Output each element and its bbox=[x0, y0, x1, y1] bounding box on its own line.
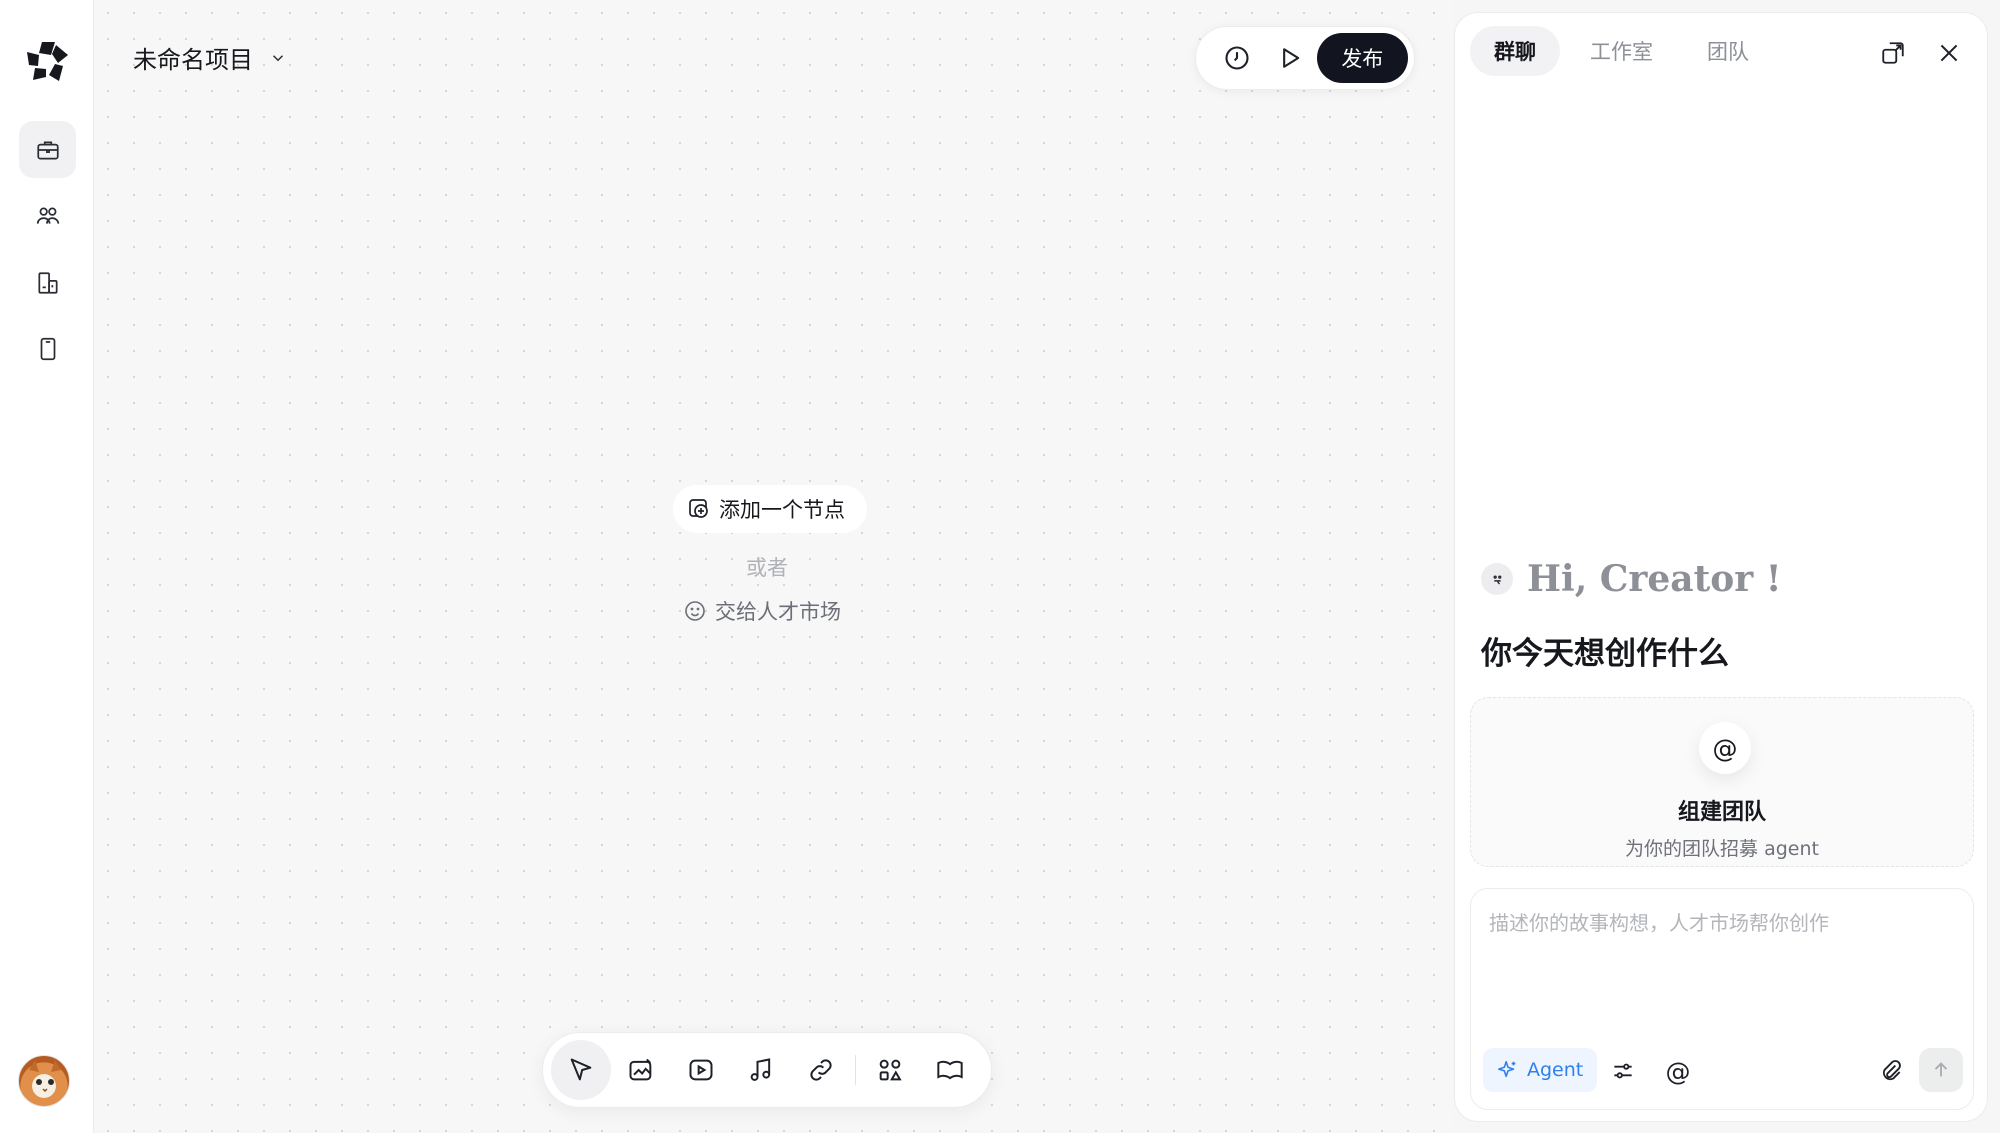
tool-library[interactable] bbox=[920, 1040, 980, 1100]
build-team-card[interactable]: @ 组建团队 为你的团队招募 agent bbox=[1470, 697, 1974, 867]
arrow-up-icon bbox=[1934, 1062, 1948, 1077]
image-icon bbox=[629, 1058, 652, 1081]
prompt-question: 你今天想创作什么 bbox=[1481, 636, 1729, 672]
close-panel-button[interactable] bbox=[1931, 35, 1967, 71]
build-team-title: 组建团队 bbox=[1677, 800, 1766, 825]
app-logo-icon[interactable] bbox=[25, 39, 71, 85]
add-node-button[interactable]: 添加一个节点 bbox=[673, 485, 867, 533]
project-title: 未命名项目 bbox=[133, 46, 253, 74]
sparkle-icon bbox=[1498, 1060, 1516, 1078]
agent-mode-label: Agent bbox=[1527, 1059, 1584, 1081]
greeting: Hi, Creator ! bbox=[1481, 558, 1782, 600]
tool-video[interactable] bbox=[671, 1040, 731, 1100]
talent-market-button[interactable]: 交给人才市场 bbox=[683, 596, 841, 626]
video-icon bbox=[689, 1059, 713, 1081]
clock-icon bbox=[1225, 46, 1249, 70]
tool-link[interactable] bbox=[791, 1040, 851, 1100]
book-icon bbox=[937, 1060, 963, 1080]
phone-icon bbox=[40, 337, 55, 360]
tool-image[interactable] bbox=[611, 1040, 671, 1100]
app-root: 未命名项目 发布 添加一个节点 或者 交给人才市场 群聊 工作室 团队 Hi, … bbox=[0, 0, 2000, 1133]
users-icon bbox=[36, 207, 59, 224]
project-title-dropdown[interactable]: 未命名项目 bbox=[133, 40, 287, 75]
settings-button[interactable] bbox=[1603, 1051, 1643, 1091]
greeting-emoji-icon bbox=[1481, 563, 1513, 595]
play-icon bbox=[1283, 48, 1300, 68]
rail-item-projects[interactable] bbox=[19, 121, 76, 178]
cursor-icon bbox=[570, 1058, 592, 1081]
chat-composer: Agent @ bbox=[1470, 888, 1974, 1110]
workflow-canvas[interactable]: 未命名项目 发布 添加一个节点 或者 交给人才市场 bbox=[95, 0, 1453, 1133]
or-divider-text: 或者 bbox=[746, 556, 788, 580]
tool-shapes[interactable] bbox=[860, 1040, 920, 1100]
chat-input[interactable] bbox=[1489, 907, 1959, 1007]
talent-market-label: 交给人才市场 bbox=[715, 600, 841, 624]
briefcase-icon bbox=[36, 141, 59, 160]
tool-audio[interactable] bbox=[731, 1040, 791, 1100]
add-node-label: 添加一个节点 bbox=[719, 498, 845, 522]
chevron-down-icon bbox=[272, 54, 284, 61]
tab-group-chat[interactable]: 群聊 bbox=[1470, 26, 1560, 76]
close-icon bbox=[1940, 44, 1958, 62]
agent-mode-button[interactable]: Agent bbox=[1483, 1048, 1598, 1092]
history-button[interactable] bbox=[1210, 32, 1263, 84]
run-button[interactable] bbox=[1263, 32, 1316, 84]
attach-button[interactable] bbox=[1871, 1051, 1911, 1091]
shapes-icon bbox=[879, 1059, 902, 1081]
smiley-icon bbox=[685, 601, 705, 621]
mention-button[interactable]: @ bbox=[1658, 1051, 1698, 1091]
build-team-subtitle: 为你的团队招募 agent bbox=[1625, 838, 1819, 860]
sliders-icon bbox=[1614, 1063, 1632, 1079]
building-icon bbox=[37, 271, 58, 294]
cat-avatar-icon bbox=[29, 1060, 61, 1093]
paperclip-icon bbox=[1883, 1060, 1901, 1081]
toolbar-divider bbox=[855, 1055, 856, 1085]
add-node-icon bbox=[689, 499, 708, 518]
link-icon bbox=[810, 1059, 832, 1081]
canvas-topbar: 发布 bbox=[1195, 26, 1415, 90]
greeting-text: Hi, Creator ! bbox=[1527, 558, 1782, 600]
assistant-panel: 群聊 工作室 团队 Hi, Creator ! 你今天想创作什么 @ 组建团队 … bbox=[1454, 12, 1988, 1122]
rail-item-mobile[interactable] bbox=[19, 320, 76, 377]
tab-studio[interactable]: 工作室 bbox=[1566, 26, 1677, 76]
rail-item-team[interactable] bbox=[19, 187, 76, 244]
rail-item-studio[interactable] bbox=[19, 254, 76, 311]
canvas-tool-palette bbox=[542, 1032, 992, 1108]
music-icon bbox=[750, 1058, 771, 1081]
expand-icon bbox=[1882, 42, 1904, 64]
panel-tabs: 群聊 工作室 团队 bbox=[1470, 26, 1773, 76]
tool-select[interactable] bbox=[551, 1040, 611, 1100]
expand-panel-button[interactable] bbox=[1875, 35, 1911, 71]
mention-icon: @ bbox=[1699, 722, 1751, 774]
publish-button[interactable]: 发布 bbox=[1316, 33, 1409, 83]
tab-team[interactable]: 团队 bbox=[1683, 26, 1773, 76]
send-button[interactable] bbox=[1919, 1048, 1963, 1092]
user-avatar[interactable] bbox=[18, 1055, 70, 1107]
left-rail bbox=[0, 0, 94, 1133]
